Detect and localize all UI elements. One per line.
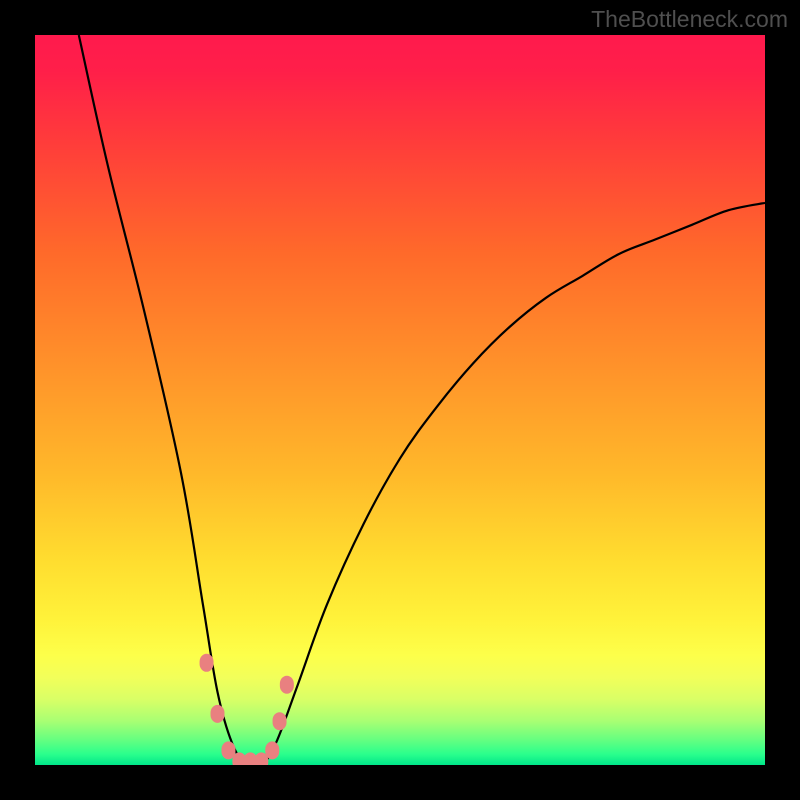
plot-area xyxy=(35,35,765,765)
chart-frame: TheBottleneck.com xyxy=(0,0,800,800)
data-marker xyxy=(280,676,294,694)
data-marker xyxy=(273,712,287,730)
bottleneck-chart xyxy=(35,35,765,765)
watermark-text: TheBottleneck.com xyxy=(591,6,788,33)
data-marker xyxy=(200,654,214,672)
data-marker xyxy=(211,705,225,723)
data-marker xyxy=(265,741,279,759)
heat-gradient-background xyxy=(35,35,765,765)
